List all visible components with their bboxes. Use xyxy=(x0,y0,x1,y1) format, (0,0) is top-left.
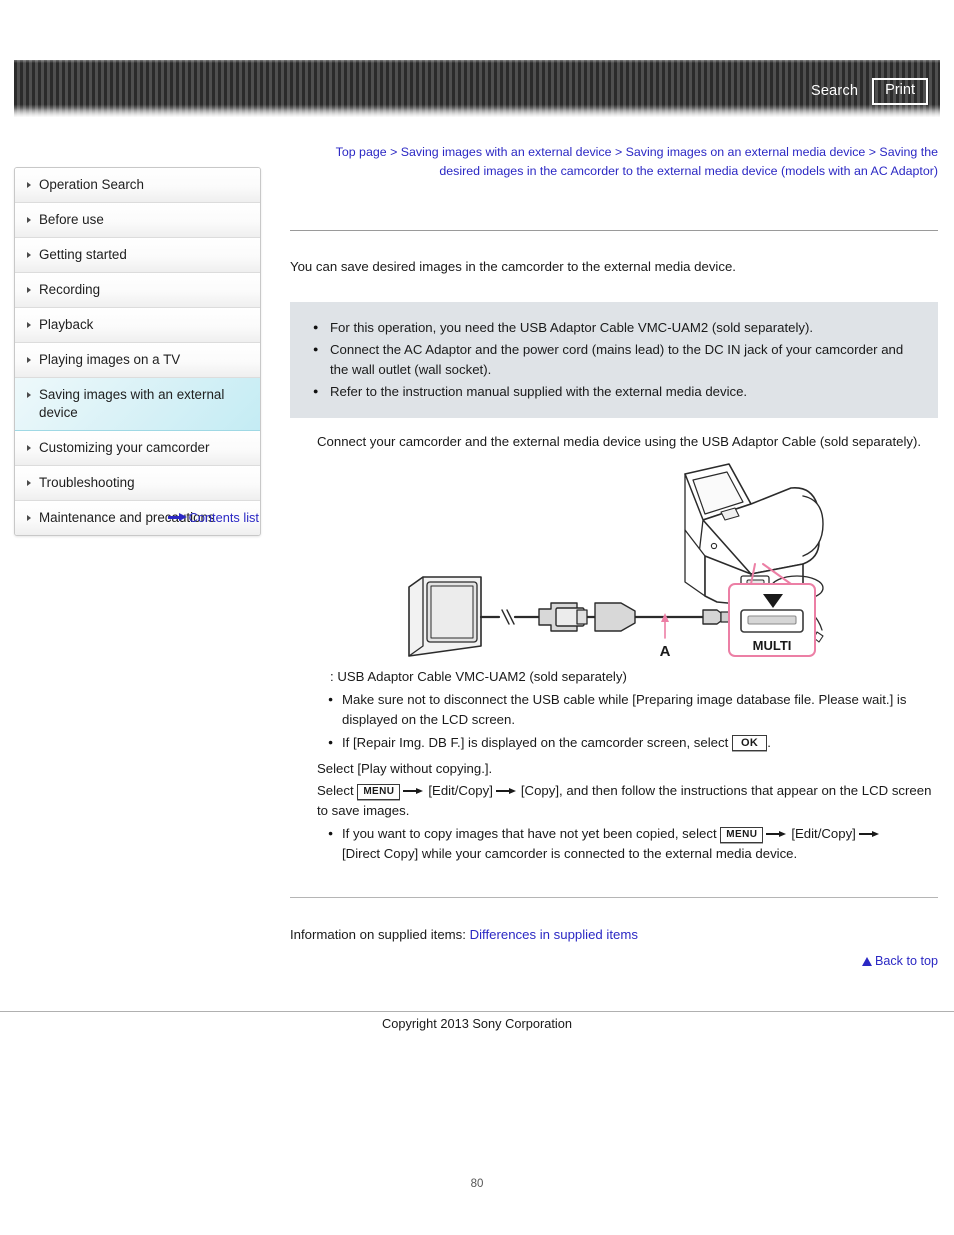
arrow-right-icon xyxy=(766,829,788,838)
step-select-edit-copy: [Edit/Copy] xyxy=(428,783,493,798)
repair-note-suffix: . xyxy=(767,735,771,750)
arrow-right-icon xyxy=(858,829,881,838)
menu-key-icon: MENU xyxy=(357,784,401,800)
sidebar-item-label: Before use xyxy=(39,212,104,227)
sidebar-item-label: Playback xyxy=(39,317,94,332)
print-button[interactable]: Print xyxy=(872,78,928,105)
note-item: Connect the AC Adaptor and the power cor… xyxy=(313,339,920,380)
arrow-right-icon xyxy=(495,786,518,795)
step-play-without-copying: Select [Play without copying.]. xyxy=(317,761,493,776)
sidebar-item-label: Getting started xyxy=(39,247,127,262)
sidebar-item-label: Troubleshooting xyxy=(39,475,135,490)
step-select-menu: Select MENU [Edit/Copy] [Copy], and then f… xyxy=(290,781,938,821)
page-number: 80 xyxy=(470,1178,484,1190)
header-controls: Search Print xyxy=(811,78,928,105)
direct-copy-note: If you want to copy images that have not… xyxy=(328,823,938,864)
connection-diagram: A MULTI xyxy=(290,460,938,665)
supplied-items-line: Information on supplied items: Differenc… xyxy=(290,925,938,945)
ok-key-icon: OK xyxy=(731,735,768,751)
intro-paragraph: You can save desired images in the camco… xyxy=(290,259,736,274)
sidebar-item-label: Playing images on a TV xyxy=(39,352,181,367)
note-item: For this operation, you need the USB Ada… xyxy=(313,317,920,338)
sidebar-item-troubleshooting[interactable]: Troubleshooting xyxy=(15,466,260,501)
sidebar-item-operation-search[interactable]: Operation Search xyxy=(15,168,260,203)
connection-diagram-svg: A MULTI xyxy=(408,463,824,660)
direct-copy-suffix: [Direct Copy] while your camcorder is co… xyxy=(342,846,798,861)
main-content: You can save desired images in the camco… xyxy=(290,230,938,968)
chevron-right-icon xyxy=(27,445,31,451)
chevron-right-icon xyxy=(27,182,31,188)
step-connect-text: Connect your camcorder and the external … xyxy=(317,434,922,449)
sidebar-item-recording[interactable]: Recording xyxy=(15,273,260,308)
external-media-device xyxy=(408,576,482,657)
sidebar-navigation: Operation Search Before use Getting star… xyxy=(14,167,261,536)
footer-divider xyxy=(290,897,938,898)
back-to-top-link[interactable]: Back to top xyxy=(875,954,938,968)
notes-box: For this operation, you need the USB Ada… xyxy=(290,302,938,418)
chevron-right-icon xyxy=(27,287,31,293)
repair-note-prefix: If [Repair Img. DB F.] is displayed on t… xyxy=(342,735,732,750)
arrow-right-icon xyxy=(167,513,187,521)
sidebar-item-customizing-your-camcorder[interactable]: Customizing your camcorder xyxy=(15,431,260,466)
differences-in-supplied-items-link[interactable]: Differences in supplied items xyxy=(470,927,638,942)
chevron-right-icon xyxy=(27,217,31,223)
top-divider xyxy=(290,230,938,231)
figure-caption: : USB Adaptor Cable VMC-UAM2 (sold separ… xyxy=(330,669,627,684)
direct-copy-edit-copy: [Edit/Copy] xyxy=(791,826,856,841)
search-link[interactable]: Search xyxy=(811,83,858,99)
back-to-top: Back to top xyxy=(290,954,938,968)
multi-plug-tip xyxy=(702,609,730,625)
direct-copy-note-list: If you want to copy images that have not… xyxy=(290,823,938,864)
sidebar-item-playback[interactable]: Playback xyxy=(15,308,260,343)
sidebar-item-label: Operation Search xyxy=(39,177,144,192)
direct-copy-prefix: If you want to copy images that have not… xyxy=(342,826,721,841)
multi-callout-label: MULTI xyxy=(753,638,792,653)
sidebar-item-label: Customizing your camcorder xyxy=(39,440,210,455)
sidebar-item-before-use[interactable]: Before use xyxy=(15,203,260,238)
sidebar-item-label: Saving images with an external device xyxy=(39,387,225,420)
triangle-up-icon xyxy=(861,957,872,966)
cable-break-mark xyxy=(501,609,515,625)
figure-notes-list: Make sure not to disconnect the USB cabl… xyxy=(290,689,938,753)
chevron-right-icon xyxy=(27,322,31,328)
note-item: Refer to the instruction manual supplied… xyxy=(313,381,920,402)
menu-key-icon: MENU xyxy=(720,827,764,843)
notes-list: For this operation, you need the USB Ada… xyxy=(308,317,920,402)
supplied-items-prefix: Information on supplied items: xyxy=(290,927,470,942)
chevron-right-icon xyxy=(27,392,31,398)
cable-label-a-text: A xyxy=(660,643,671,660)
arrow-right-icon xyxy=(403,786,425,795)
header-banner xyxy=(14,60,940,117)
copyright-divider xyxy=(0,1011,954,1012)
sidebar-item-playing-images-on-a-tv[interactable]: Playing images on a TV xyxy=(15,343,260,378)
usb-plug-b xyxy=(594,602,636,632)
sidebar-item-label: Recording xyxy=(39,282,101,297)
step-select-prefix: Select xyxy=(317,783,358,798)
usb-plug-a xyxy=(538,602,588,632)
contents-list-link[interactable]: Contents list xyxy=(189,510,259,525)
breadcrumb[interactable]: Top page > Saving images with an externa… xyxy=(306,143,938,181)
sidebar-item-saving-images-with-an-external-device[interactable]: Saving images with an external device xyxy=(15,378,260,431)
contents-list: Contents list xyxy=(14,510,259,525)
chevron-right-icon xyxy=(27,480,31,486)
copyright-text: Copyright 2013 Sony Corporation xyxy=(382,1016,572,1031)
chevron-right-icon xyxy=(27,252,31,258)
figure-note-repair: If [Repair Img. DB F.] is displayed on t… xyxy=(328,732,938,753)
figure-note-item: Make sure not to disconnect the USB cabl… xyxy=(328,689,938,730)
chevron-right-icon xyxy=(27,357,31,363)
sidebar-item-getting-started[interactable]: Getting started xyxy=(15,238,260,273)
